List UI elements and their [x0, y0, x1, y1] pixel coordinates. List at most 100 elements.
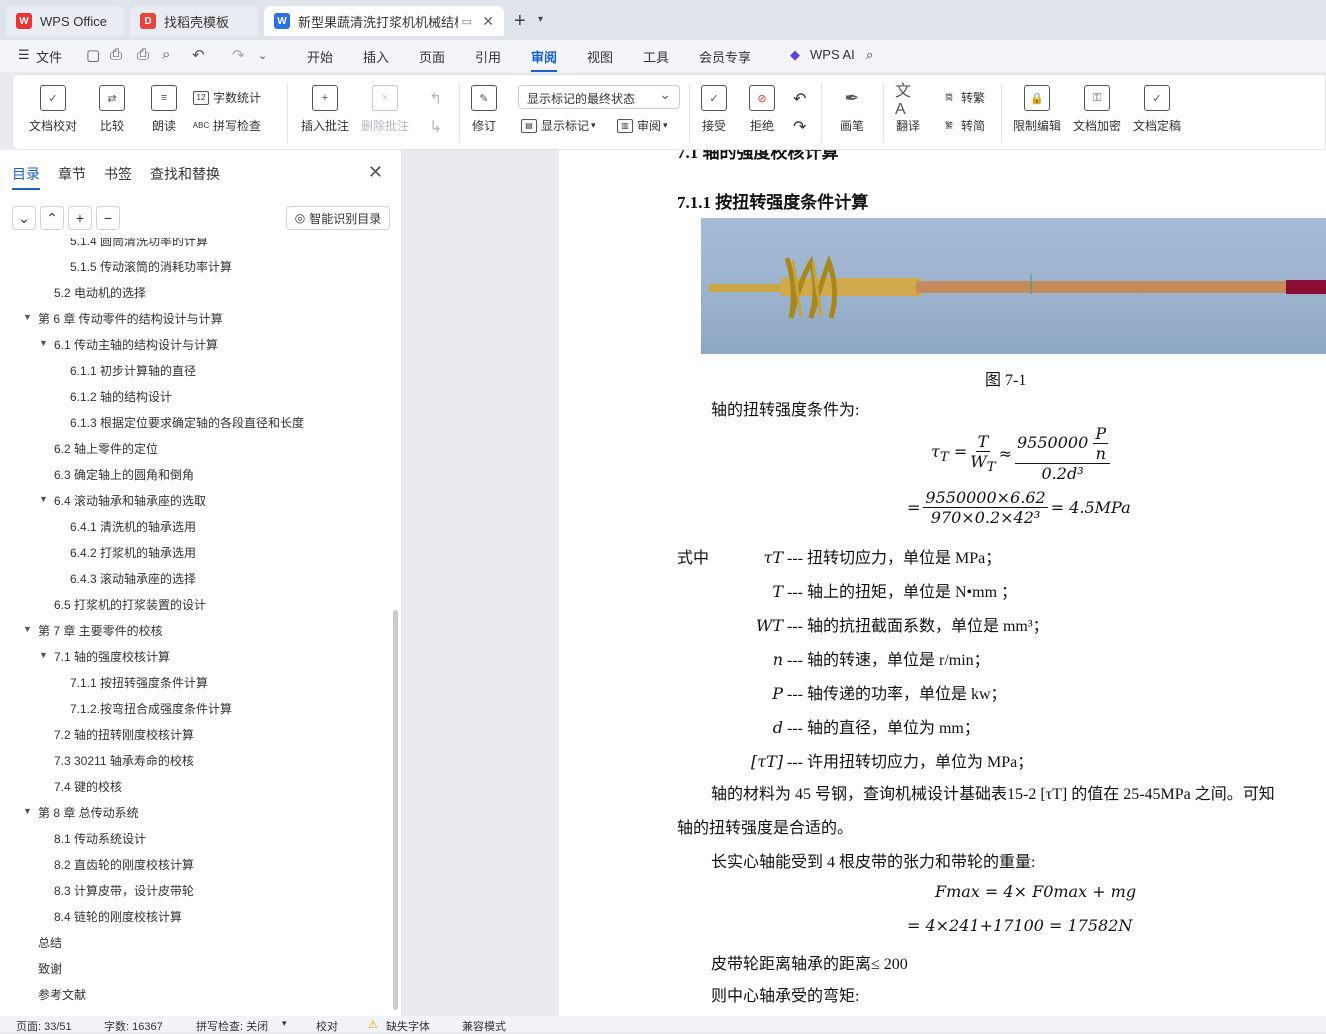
toc-item[interactable]: 6.4.1 清洗机的轴承选用 [70, 518, 196, 535]
toc-item[interactable]: ▼ 第 8 章 总传动系统 [23, 804, 139, 821]
toc-item[interactable]: 6.5 打浆机的打浆装置的设计 [54, 596, 206, 613]
toc-scrollbar[interactable] [393, 610, 398, 1010]
print-preview-icon[interactable]: ⌕ [162, 46, 170, 63]
menu-view[interactable]: 视图 [587, 47, 613, 66]
restrict-edit-button[interactable]: 🔒 限制编辑 [1013, 85, 1061, 134]
menu-wps-ai[interactable]: WPS AI [810, 47, 855, 62]
markup-select[interactable]: 显示标记的最终状态 [518, 85, 680, 109]
expand-triangle-icon[interactable]: ▼ [23, 312, 32, 322]
tab-chapters[interactable]: 章节 [58, 164, 86, 184]
to-traditional-button[interactable]: 简 转繁 [941, 89, 985, 106]
review-pane-button[interactable]: ▥ 审阅 ▾ [617, 117, 668, 134]
read-aloud-button[interactable]: ≡ 朗读 [151, 85, 177, 134]
accept-button[interactable]: ✓ 接受 [701, 85, 727, 134]
chevron-down-icon[interactable]: ▾ [282, 1018, 287, 1029]
translate-button[interactable]: 文A 翻译 [895, 83, 921, 134]
redo-icon[interactable]: ↷ [232, 46, 245, 64]
toc-item[interactable]: 6.1.2 轴的结构设计 [70, 388, 172, 405]
toc-item[interactable]: 6.1.3 根据定位要求确定轴的各段直径和长度 [70, 414, 304, 431]
toc-item[interactable]: 总结 [38, 934, 62, 951]
pen-button[interactable]: ✒ 画笔 [839, 85, 865, 134]
show-markup-button[interactable]: ▤ 显示标记 ▾ [521, 117, 596, 134]
menu-file[interactable]: 文件 [36, 47, 62, 66]
toc-item[interactable]: 6.3 确定轴上的圆角和倒角 [54, 466, 194, 483]
toc-item[interactable]: 5.1.5 传动滚筒的消耗功率计算 [70, 258, 232, 275]
undo-icon[interactable]: ↶ [192, 46, 205, 64]
monitor-icon[interactable]: ▭ [462, 15, 472, 28]
toc-item[interactable]: 6.4.3 滚动轴承座的选择 [70, 570, 196, 587]
menu-tools[interactable]: 工具 [643, 47, 669, 66]
expand-triangle-icon[interactable]: ▼ [23, 806, 32, 816]
toc-item[interactable]: 8.2 直齿轮的刚度校核计算 [54, 856, 194, 873]
menu-page[interactable]: 页面 [419, 47, 445, 66]
tab-find-replace[interactable]: 查找和替换 [150, 164, 220, 184]
next-change-icon[interactable]: ↷ [793, 117, 806, 137]
tab-wps-office[interactable]: W WPS Office [6, 6, 124, 36]
save-icon[interactable]: ▢ [86, 46, 100, 64]
revise-button[interactable]: ✎ 修订 [471, 85, 497, 134]
tab-document[interactable]: W 新型果蔬清洗打浆机机械结构 ▭ ✕ [264, 6, 504, 36]
divider [883, 83, 884, 143]
toc-item[interactable]: 7.1.1 按扭转强度条件计算 [70, 674, 208, 691]
toc-item[interactable]: 7.2 轴的扭转刚度校核计算 [54, 726, 194, 743]
toc-item[interactable]: 6.1.1 初步计算轴的直径 [70, 362, 196, 379]
tab-toc[interactable]: 目录 [12, 164, 40, 190]
menu-review[interactable]: 审阅 [531, 47, 558, 72]
toc-item[interactable]: ▼ 第 7 章 主要零件的校核 [23, 622, 163, 639]
expand-triangle-icon[interactable]: ▼ [39, 338, 48, 348]
toc-item[interactable]: 8.3 计算皮带，设计皮带轮 [54, 882, 194, 899]
print-icon[interactable]: ⎙ [137, 46, 149, 63]
toc-item[interactable]: 致谢 [38, 960, 62, 977]
menu-reference[interactable]: 引用 [475, 47, 501, 66]
toc-item[interactable]: ▼ 6.1 传动主轴的结构设计与计算 [39, 336, 218, 353]
toc-item[interactable]: 6.4.2 打浆机的轴承选用 [70, 544, 196, 561]
chevron-down-icon[interactable]: ▾ [538, 14, 543, 25]
toc-item[interactable]: 5.1.4 圆筒清洗功率的计算 [70, 238, 208, 249]
expand-up-icon[interactable]: ⌃ [40, 206, 64, 230]
insert-comment-button[interactable]: + 插入批注 [301, 85, 349, 134]
to-simplified-button[interactable]: 繁 转简 [941, 117, 985, 134]
export-icon[interactable]: ⎙ [110, 46, 122, 63]
expand-triangle-icon[interactable]: ▼ [39, 650, 48, 660]
toc-item[interactable]: ▼ 第 6 章 传动零件的结构设计与计算 [23, 310, 223, 327]
chevron-down-icon[interactable]: ⌄ [258, 49, 267, 62]
smart-toc-button[interactable]: ◎ 智能识别目录 [286, 206, 390, 230]
toc-item[interactable]: ▼ 7.1 轴的强度校核计算 [39, 648, 170, 665]
menu-home[interactable]: 开始 [307, 47, 333, 66]
new-tab-icon[interactable]: + [514, 10, 526, 33]
encrypt-button[interactable]: ⚿ 文档加密 [1073, 85, 1121, 134]
toc-item[interactable]: ▼ 6.4 滚动轴承和轴承座的选取 [39, 492, 206, 509]
delete-comment-button[interactable]: × 删除批注 [361, 85, 409, 134]
spell-check-button[interactable]: ABC 拼写检查 [193, 117, 261, 134]
word-count-button[interactable]: 12 字数统计 [193, 89, 261, 106]
prev-change-icon[interactable]: ↶ [793, 89, 806, 109]
menu-member[interactable]: 会员专享 [699, 47, 751, 66]
toc-item[interactable]: 7.3 30211 轴承寿命的校核 [54, 752, 194, 769]
close-pane-icon[interactable]: ✕ [368, 162, 383, 183]
toc-item[interactable]: 7.1.2.按弯扭合成强度条件计算 [70, 700, 232, 717]
remove-heading-icon[interactable]: − [96, 206, 120, 230]
expand-triangle-icon[interactable]: ▼ [39, 494, 48, 504]
toc-item[interactable]: 5.2 电动机的选择 [54, 284, 146, 301]
collapse-down-icon[interactable]: ⌄ [12, 206, 36, 230]
tab-bookmarks[interactable]: 书签 [104, 164, 132, 184]
toc-item[interactable]: 参考文献 [38, 986, 86, 1003]
dash: --- [783, 652, 807, 669]
expand-triangle-icon[interactable]: ▼ [23, 624, 32, 634]
toc-item[interactable]: 8.4 链轮的刚度校核计算 [54, 908, 182, 925]
compare-button[interactable]: ⇄ 比较 [99, 85, 125, 134]
reject-button[interactable]: ⊘ 拒绝 [749, 85, 775, 134]
tab-docer[interactable]: D 找稻壳模板 [130, 6, 258, 36]
finalize-button[interactable]: ✓ 文档定稿 [1133, 85, 1181, 134]
toc-item[interactable]: 6.2 轴上零件的定位 [54, 440, 158, 457]
doc-check-button[interactable]: ✓ 文档校对 [29, 85, 77, 134]
toc-item[interactable]: 8.1 传动系统设计 [54, 830, 146, 847]
add-heading-icon[interactable]: + [68, 206, 92, 230]
prev-comment-icon[interactable]: ↰ [429, 89, 442, 109]
toc-item[interactable]: 7.4 键的校核 [54, 778, 122, 795]
search-icon[interactable]: ⌕ [866, 47, 873, 63]
menu-insert[interactable]: 插入 [363, 47, 389, 66]
close-tab-icon[interactable]: ✕ [482, 13, 494, 30]
next-comment-icon[interactable]: ↳ [429, 117, 442, 137]
hamburger-icon[interactable]: ☰ [18, 47, 30, 63]
